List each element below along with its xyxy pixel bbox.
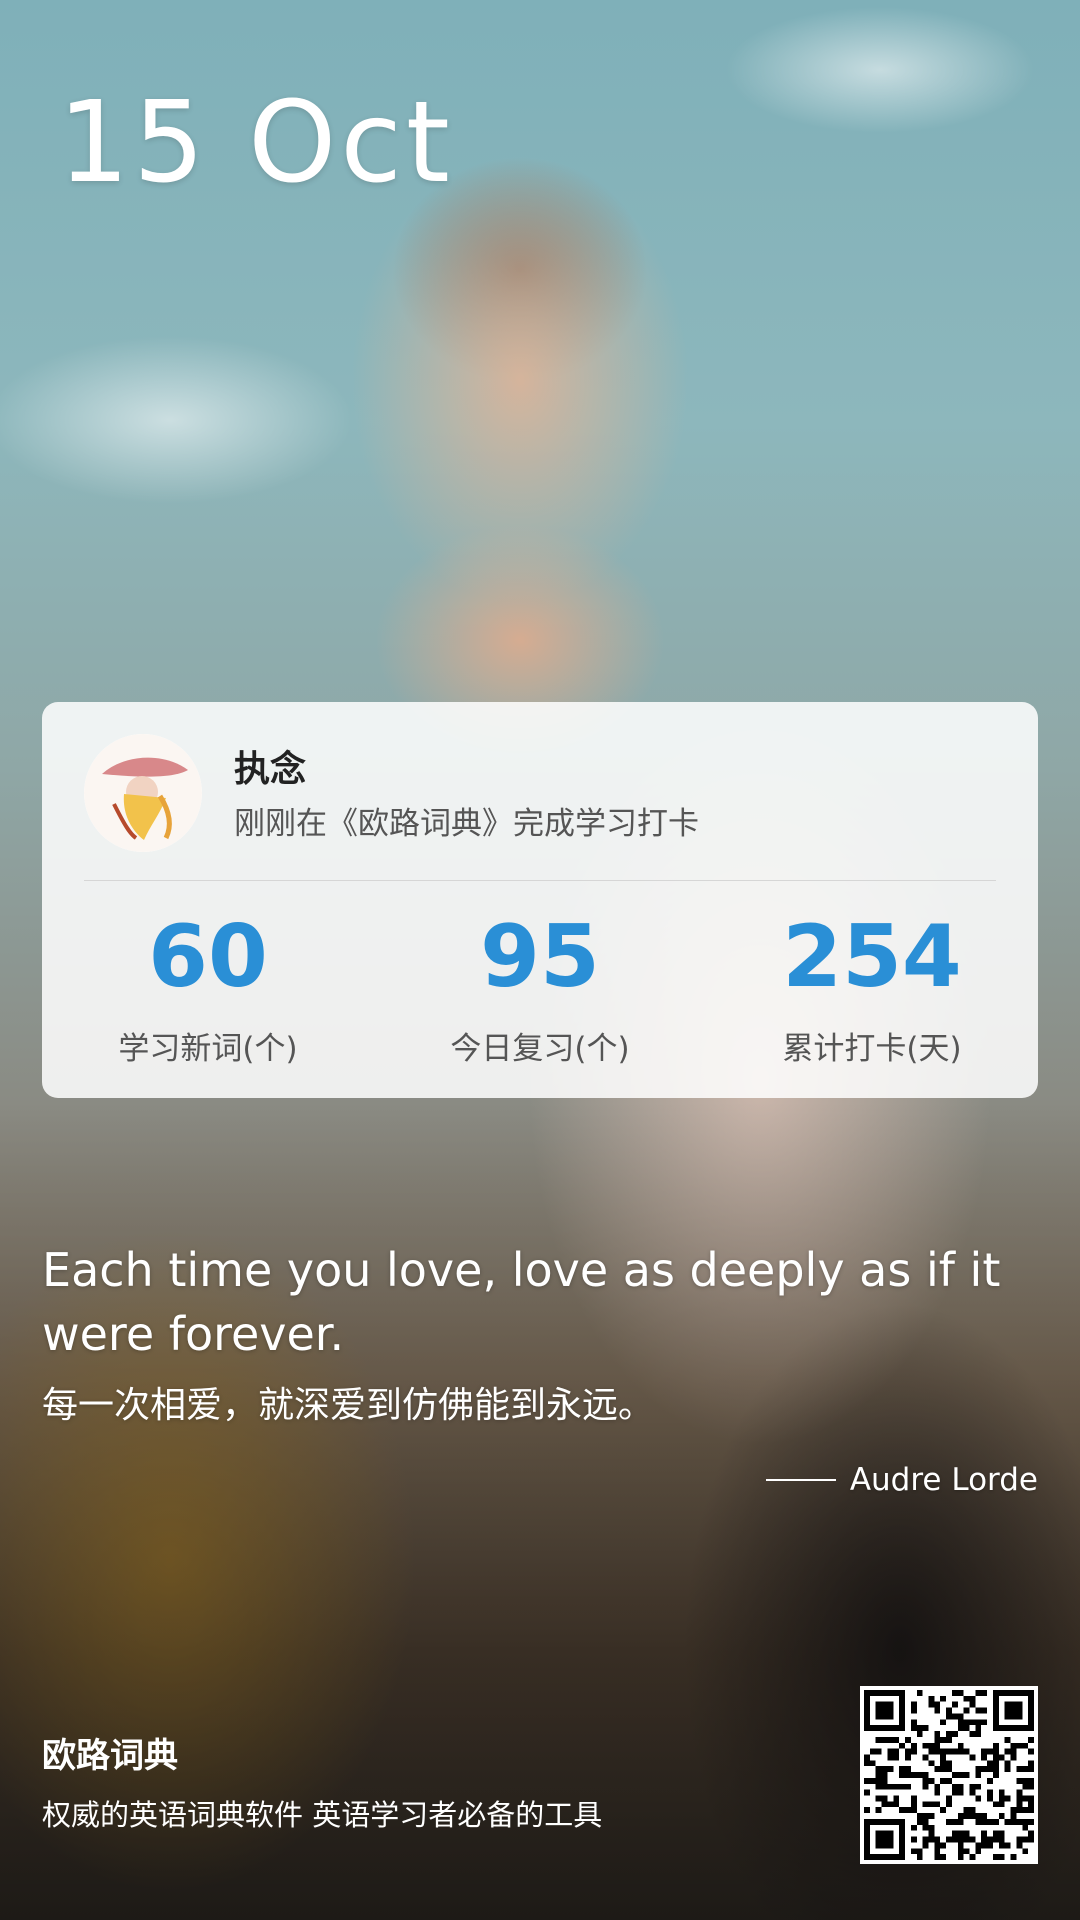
divider	[84, 880, 996, 881]
app-slogan: 权威的英语词典软件 英语学习者必备的工具	[42, 1798, 603, 1832]
stat-label: 学习新词(个)	[118, 1030, 298, 1067]
stat-review: 95 今日复习(个)	[374, 910, 706, 1068]
checkin-status: 刚刚在《欧路词典》完成学习打卡	[234, 806, 699, 842]
quote-author: Audre Lorde	[765, 1462, 1038, 1498]
checkin-card: 执念 刚刚在《欧路词典》完成学习打卡 60 学习新词(个) 95 今日复习(个)…	[42, 702, 1038, 1098]
quote-english: Each time you love, love as deeply as if…	[42, 1243, 1001, 1361]
author-name: Audre Lorde	[849, 1462, 1038, 1498]
user-name: 执念	[234, 749, 307, 790]
stat-label: 累计打卡(天)	[782, 1030, 962, 1067]
stat-label: 今日复习(个)	[450, 1030, 630, 1067]
stat-value: 254	[782, 907, 962, 1007]
stat-value: 60	[148, 907, 268, 1007]
author-dash	[765, 1479, 836, 1481]
stat-total-days: 254 累计打卡(天)	[706, 910, 1038, 1068]
app-name: 欧路词典	[42, 1736, 178, 1776]
stat-new-words: 60 学习新词(个)	[42, 910, 374, 1068]
quote-chinese: 每一次相爱，就深爱到仿佛能到永远。	[42, 1385, 655, 1426]
user-avatar[interactable]	[84, 734, 202, 852]
qr-code-icon[interactable]	[860, 1686, 1038, 1864]
stat-value: 95	[480, 907, 600, 1007]
date-label: 15 Oct	[58, 78, 454, 208]
